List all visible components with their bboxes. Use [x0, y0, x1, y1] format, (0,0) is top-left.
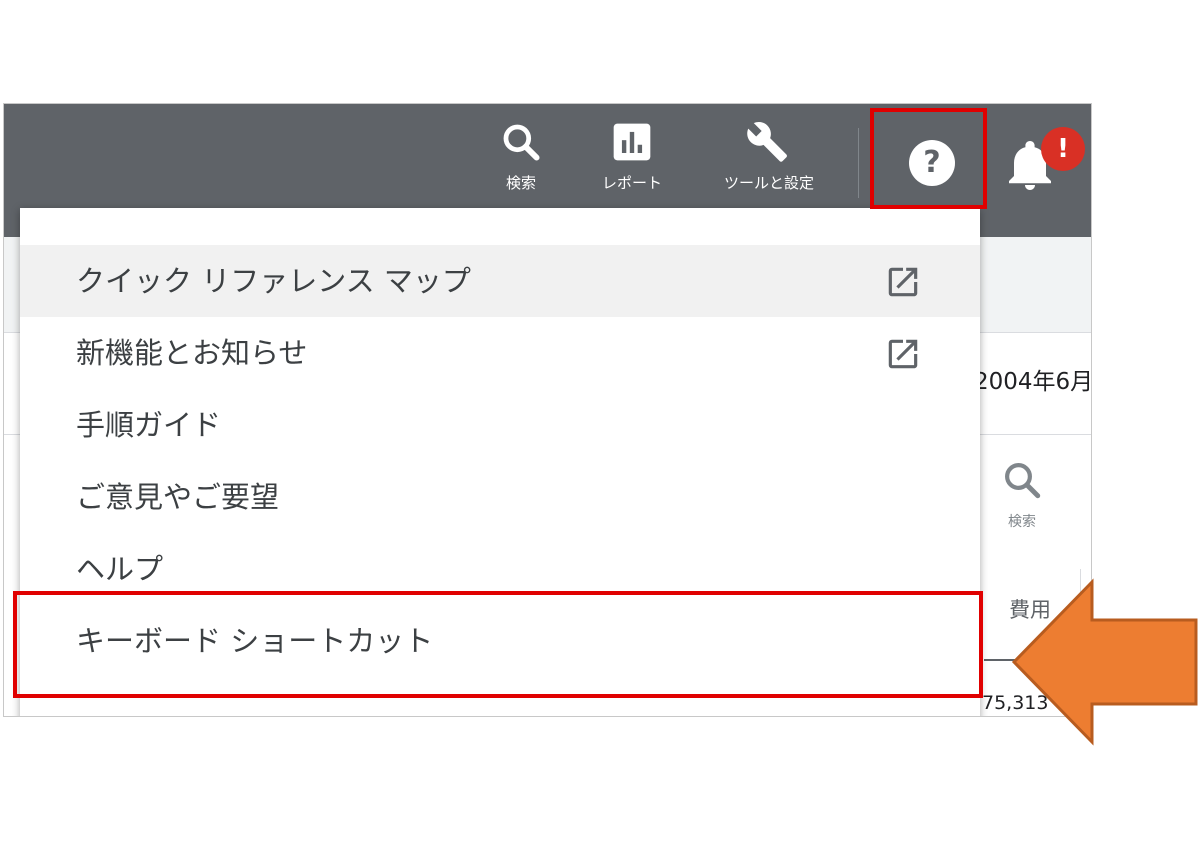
toolbar-report-label: レポート: [601, 174, 662, 192]
menu-item-whats-new[interactable]: 新機能とお知らせ: [20, 317, 980, 389]
toolbar-divider: [858, 128, 859, 198]
wrench-icon: [747, 122, 787, 162]
search-icon: [503, 124, 540, 161]
toolbar-report-button[interactable]: レポート: [589, 120, 675, 193]
toolbar-tools-button[interactable]: ツールと設定: [716, 120, 822, 193]
left-arrow-icon: [1011, 578, 1198, 746]
toolbar-search-label: 検索: [505, 174, 536, 192]
date-range-text[interactable]: 2004年6月: [974, 362, 1091, 396]
notification-badge: !: [1041, 127, 1085, 171]
toolbar-search-button[interactable]: 検索: [496, 120, 546, 193]
table-search-button[interactable]: 検索: [994, 459, 1050, 531]
menu-item-label: 手順ガイド: [76, 408, 222, 442]
help-button-highlight: [870, 108, 987, 209]
toolbar-tools-label: ツールと設定: [723, 174, 814, 192]
menu-item-feedback[interactable]: ご意見やご要望: [20, 461, 980, 533]
open-in-new-icon: [888, 267, 918, 297]
menu-item-label: ご意見やご要望: [76, 480, 280, 514]
search-icon: [1005, 463, 1041, 499]
keyboard-shortcuts-highlight: [13, 591, 983, 698]
menu-item-label: 新機能とお知らせ: [76, 336, 308, 370]
menu-item-quick-reference-map[interactable]: クイック リファレンス マップ: [20, 245, 980, 317]
bar-chart-icon: [613, 123, 651, 161]
open-in-new-icon: [888, 339, 918, 369]
menu-item-guides[interactable]: 手順ガイド: [20, 389, 980, 461]
menu-item-label: クイック リファレンス マップ: [76, 264, 471, 298]
table-search-label: 検索: [1008, 514, 1036, 530]
